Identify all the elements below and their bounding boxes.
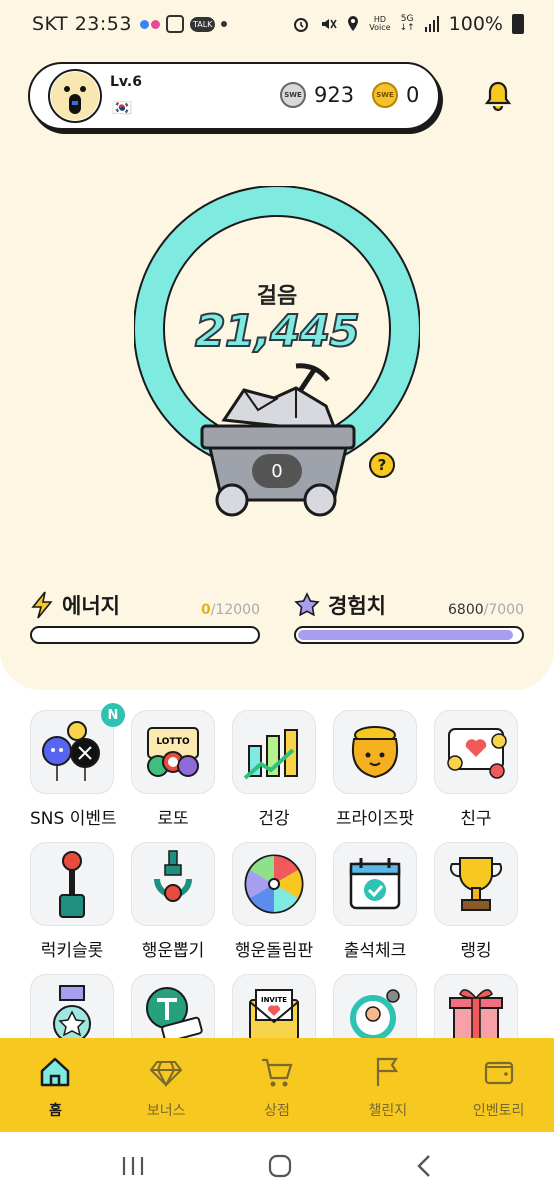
experience-label: 경험치	[328, 594, 386, 618]
diamond-icon	[149, 1061, 183, 1088]
menu-item-lucky-slot[interactable]: 럭키슬롯	[30, 842, 114, 961]
swe-coin-silver-icon: SWE	[280, 82, 306, 108]
home-button-icon[interactable]	[267, 1153, 293, 1179]
more-dot-icon	[221, 21, 228, 27]
avatar[interactable]	[48, 69, 102, 123]
hd-voice-icon: HD Voice	[369, 15, 391, 32]
menu-item-label: 럭키슬롯	[40, 941, 104, 961]
coin-b-balance[interactable]: SWE 0	[372, 82, 419, 108]
5g-icon: 5G ↓↑	[399, 14, 415, 33]
recent-apps-icon[interactable]	[120, 1154, 146, 1178]
mute-icon	[322, 19, 337, 29]
new-badge: N	[101, 703, 125, 727]
status-time: SKT 23:53	[32, 13, 132, 35]
menu-item-label: 행운돌림판	[234, 941, 314, 961]
status-notification-icons: TALK	[139, 15, 228, 33]
menu-item-claw-machine[interactable]: 행운뽑기	[131, 842, 215, 961]
coin-a-balance[interactable]: SWE 923	[280, 82, 354, 108]
energy-bar	[30, 626, 260, 644]
swe-coin-gold-icon: SWE	[372, 82, 398, 108]
cart-icon	[261, 1058, 293, 1087]
menu-item-label: 행운뽑기	[141, 941, 205, 961]
status-bar: SKT 23:53 TALK HD Voice 5G ↓↑ 100%	[0, 0, 554, 48]
experience-numbers: 6800/7000	[448, 602, 524, 618]
steps-value: 21,445	[194, 305, 361, 358]
bell-icon[interactable]	[483, 80, 513, 112]
flickr-pink-icon	[150, 19, 160, 29]
menu-item-lotto[interactable]: LOTTO 로또	[131, 710, 215, 829]
nav-inventory[interactable]: 인벤토리	[443, 1038, 554, 1132]
user-level: Lv.6	[110, 74, 142, 90]
claw-machine-icon[interactable]	[131, 842, 215, 926]
menu-item-roulette-wheel[interactable]: 행운돌림판	[232, 842, 316, 961]
health-chart-icon[interactable]	[232, 710, 316, 794]
svg-text:INVITE: INVITE	[261, 996, 287, 1004]
lightning-icon	[31, 591, 53, 619]
lotto-icon[interactable]: LOTTO	[131, 710, 215, 794]
cart-count: 0	[252, 454, 302, 488]
star-icon	[294, 592, 320, 617]
menu-item-prize-pot[interactable]: 프라이즈팟	[333, 710, 417, 829]
svg-text:LOTTO: LOTTO	[156, 737, 190, 747]
coin-b-value: 0	[406, 83, 420, 107]
nav-home[interactable]: 홈	[0, 1038, 111, 1132]
back-icon[interactable]	[414, 1153, 434, 1179]
system-navigation-bar	[0, 1132, 554, 1200]
talk-icon: TALK	[189, 16, 216, 32]
menu-item-label: 출석체크	[343, 941, 407, 961]
flag-icon	[376, 1057, 398, 1086]
roulette-wheel-icon[interactable]	[232, 842, 316, 926]
calendar-check-icon[interactable]	[333, 842, 417, 926]
energy-label: 에너지	[62, 594, 120, 618]
avatar-face-icon	[51, 72, 99, 120]
home-icon	[41, 1057, 70, 1087]
experience-stat: 경험치 6800/7000	[294, 590, 524, 644]
location-icon	[348, 16, 359, 31]
battery-icon	[512, 14, 524, 34]
energy-numbers: 0/12000	[200, 602, 260, 618]
lucky-slot-icon[interactable]	[30, 842, 114, 926]
battery-percent: 100%	[448, 13, 503, 35]
menu-item-label: 친구	[460, 809, 492, 829]
prize-pot-icon[interactable]	[333, 710, 417, 794]
energy-stat: 에너지 0/12000	[30, 590, 260, 644]
flickr-icon	[139, 19, 149, 29]
bottom-navigation: 홈 보너스 상점 챌린지 인벤토리	[0, 1038, 554, 1132]
menu-item-label: 프라이즈팟	[335, 809, 415, 829]
menu-item-label: 건강	[258, 809, 290, 829]
status-right: HD Voice 5G ↓↑ 100%	[292, 13, 524, 35]
country-flag-icon: 🇰🇷	[112, 98, 132, 117]
experience-bar	[294, 626, 524, 644]
k-app-icon	[165, 15, 184, 33]
menu-item-calendar-check[interactable]: 출석체크	[333, 842, 417, 961]
nav-bonus[interactable]: 보너스	[111, 1038, 222, 1132]
coin-a-value: 923	[314, 83, 355, 107]
menu-item-sns-event[interactable]: N SNS 이벤트	[30, 703, 125, 829]
menu-item-label: 랭킹	[460, 941, 492, 961]
nav-challenge[interactable]: 챌린지	[332, 1038, 443, 1132]
menu-item-friends[interactable]: 친구	[434, 710, 518, 829]
menu-item-label: 로또	[157, 809, 189, 829]
menu-item-label: SNS 이벤트	[30, 809, 117, 829]
menu-item-trophy[interactable]: 랭킹	[434, 842, 518, 961]
sns-event-icon[interactable]: N	[30, 703, 125, 794]
nav-shop[interactable]: 상점	[222, 1038, 333, 1132]
wallet-icon	[484, 1061, 513, 1085]
mining-cart-icon[interactable]	[196, 360, 366, 520]
trophy-icon[interactable]	[434, 842, 518, 926]
profile-card[interactable]: Lv.6 🇰🇷 SWE 923 SWE 0	[28, 62, 440, 130]
alarm-icon	[294, 18, 309, 32]
menu-item-health-chart[interactable]: 건강	[232, 710, 316, 829]
signal-icon	[424, 16, 439, 32]
friends-icon[interactable]	[434, 710, 518, 794]
help-button[interactable]: ?	[369, 452, 395, 478]
